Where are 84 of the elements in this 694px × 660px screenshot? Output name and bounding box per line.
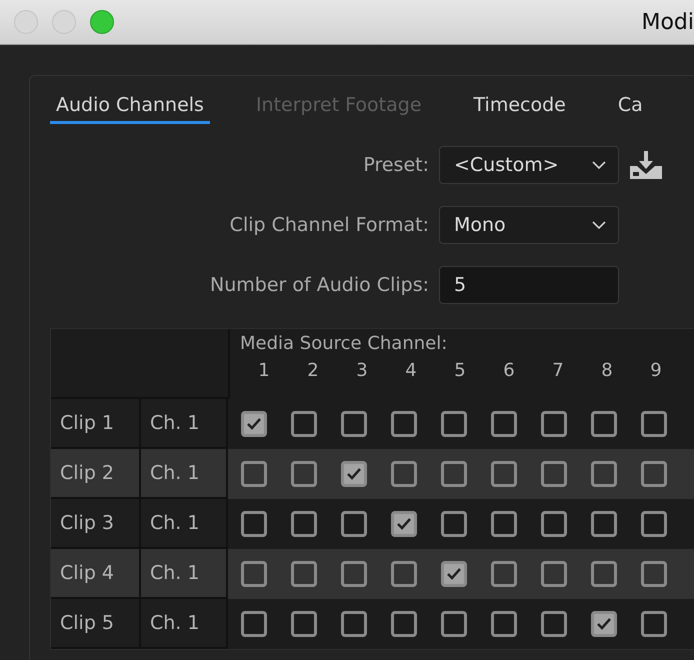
checkbox[interactable] xyxy=(391,611,417,637)
checkbox[interactable] xyxy=(341,461,367,487)
checkbox[interactable] xyxy=(291,561,317,587)
check-icon xyxy=(246,417,262,431)
field-label: Number of Audio Clips: xyxy=(210,274,429,296)
check-icon xyxy=(596,617,612,631)
table-cell: Clip 1 xyxy=(51,399,141,449)
checkbox[interactable] xyxy=(591,611,617,637)
chevron-icon xyxy=(592,221,606,229)
table-cell: Clip 4 xyxy=(51,549,141,599)
checkbox[interactable] xyxy=(541,411,567,437)
channel-number: 5 xyxy=(453,360,467,381)
checkbox[interactable] xyxy=(291,461,317,487)
tab[interactable]: Audio Channels xyxy=(50,90,210,124)
channel-number: 6 xyxy=(502,360,516,381)
checkbox[interactable] xyxy=(241,461,267,487)
checkbox[interactable] xyxy=(391,411,417,437)
checkbox[interactable] xyxy=(391,461,417,487)
tab[interactable]: Ca xyxy=(612,90,649,124)
column-header: Media Source Channel: xyxy=(240,333,448,354)
field-label: Clip Channel Format: xyxy=(230,214,429,236)
check-icon xyxy=(396,517,412,531)
tab[interactable]: Timecode xyxy=(468,90,572,124)
checkbox[interactable] xyxy=(391,561,417,587)
table-cell: Ch. 1 xyxy=(141,449,228,499)
checkbox[interactable] xyxy=(641,561,667,587)
table-cell: Ch. 1 xyxy=(141,499,228,549)
checkbox[interactable] xyxy=(591,561,617,587)
download-icon[interactable] xyxy=(629,150,663,180)
chevron-icon xyxy=(592,161,606,169)
table-cell: Clip 5 xyxy=(51,599,141,649)
checkbox[interactable] xyxy=(341,561,367,587)
checkbox[interactable] xyxy=(591,411,617,437)
checkbox[interactable] xyxy=(641,611,667,637)
checkbox[interactable] xyxy=(491,511,517,537)
table-cell: Clip 3 xyxy=(51,499,141,549)
checkbox[interactable] xyxy=(491,561,517,587)
table-cell: Ch. 1 xyxy=(141,399,228,449)
check-icon xyxy=(446,567,462,581)
field-label: Preset: xyxy=(363,154,429,176)
table-cell: Ch. 1 xyxy=(141,599,228,649)
checkbox[interactable] xyxy=(241,511,267,537)
checkbox[interactable] xyxy=(591,461,617,487)
checkbox[interactable] xyxy=(491,611,517,637)
checkbox[interactable] xyxy=(441,511,467,537)
channel-number: 9 xyxy=(649,360,663,381)
channel-number: 7 xyxy=(551,360,565,381)
checkbox[interactable] xyxy=(541,461,567,487)
checkbox[interactable] xyxy=(441,561,467,587)
checkbox[interactable] xyxy=(441,611,467,637)
checkbox[interactable] xyxy=(241,561,267,587)
checkbox[interactable] xyxy=(291,611,317,637)
table-cell: Clip 2 xyxy=(51,449,141,499)
dropdown[interactable]: Mono xyxy=(439,206,619,244)
channel-number: 8 xyxy=(600,360,614,381)
checkbox[interactable] xyxy=(591,511,617,537)
checkbox[interactable] xyxy=(491,411,517,437)
channel-number: 1 xyxy=(257,360,271,381)
zoom-button[interactable] xyxy=(90,10,114,34)
checkbox[interactable] xyxy=(641,511,667,537)
checkbox[interactable] xyxy=(341,411,367,437)
channel-number: 3 xyxy=(355,360,369,381)
checkbox[interactable] xyxy=(291,411,317,437)
table-cell: Ch. 1 xyxy=(141,549,228,599)
checkbox[interactable] xyxy=(441,411,467,437)
dropdown[interactable]: <Custom> xyxy=(439,146,619,184)
checkbox[interactable] xyxy=(291,511,317,537)
checkbox[interactable] xyxy=(541,561,567,587)
checkbox[interactable] xyxy=(241,611,267,637)
channel-number: 4 xyxy=(404,360,418,381)
checkbox[interactable] xyxy=(441,461,467,487)
checkbox[interactable] xyxy=(541,511,567,537)
checkbox[interactable] xyxy=(541,611,567,637)
window-title: Modi xyxy=(641,10,694,34)
checkbox[interactable] xyxy=(641,411,667,437)
checkbox[interactable] xyxy=(641,461,667,487)
check-icon xyxy=(346,467,362,481)
channel-number: 2 xyxy=(306,360,320,381)
checkbox[interactable] xyxy=(341,511,367,537)
input-field[interactable]: 5 xyxy=(439,266,619,304)
checkbox[interactable] xyxy=(341,611,367,637)
checkbox[interactable] xyxy=(391,511,417,537)
checkbox[interactable] xyxy=(491,461,517,487)
checkbox[interactable] xyxy=(241,411,267,437)
